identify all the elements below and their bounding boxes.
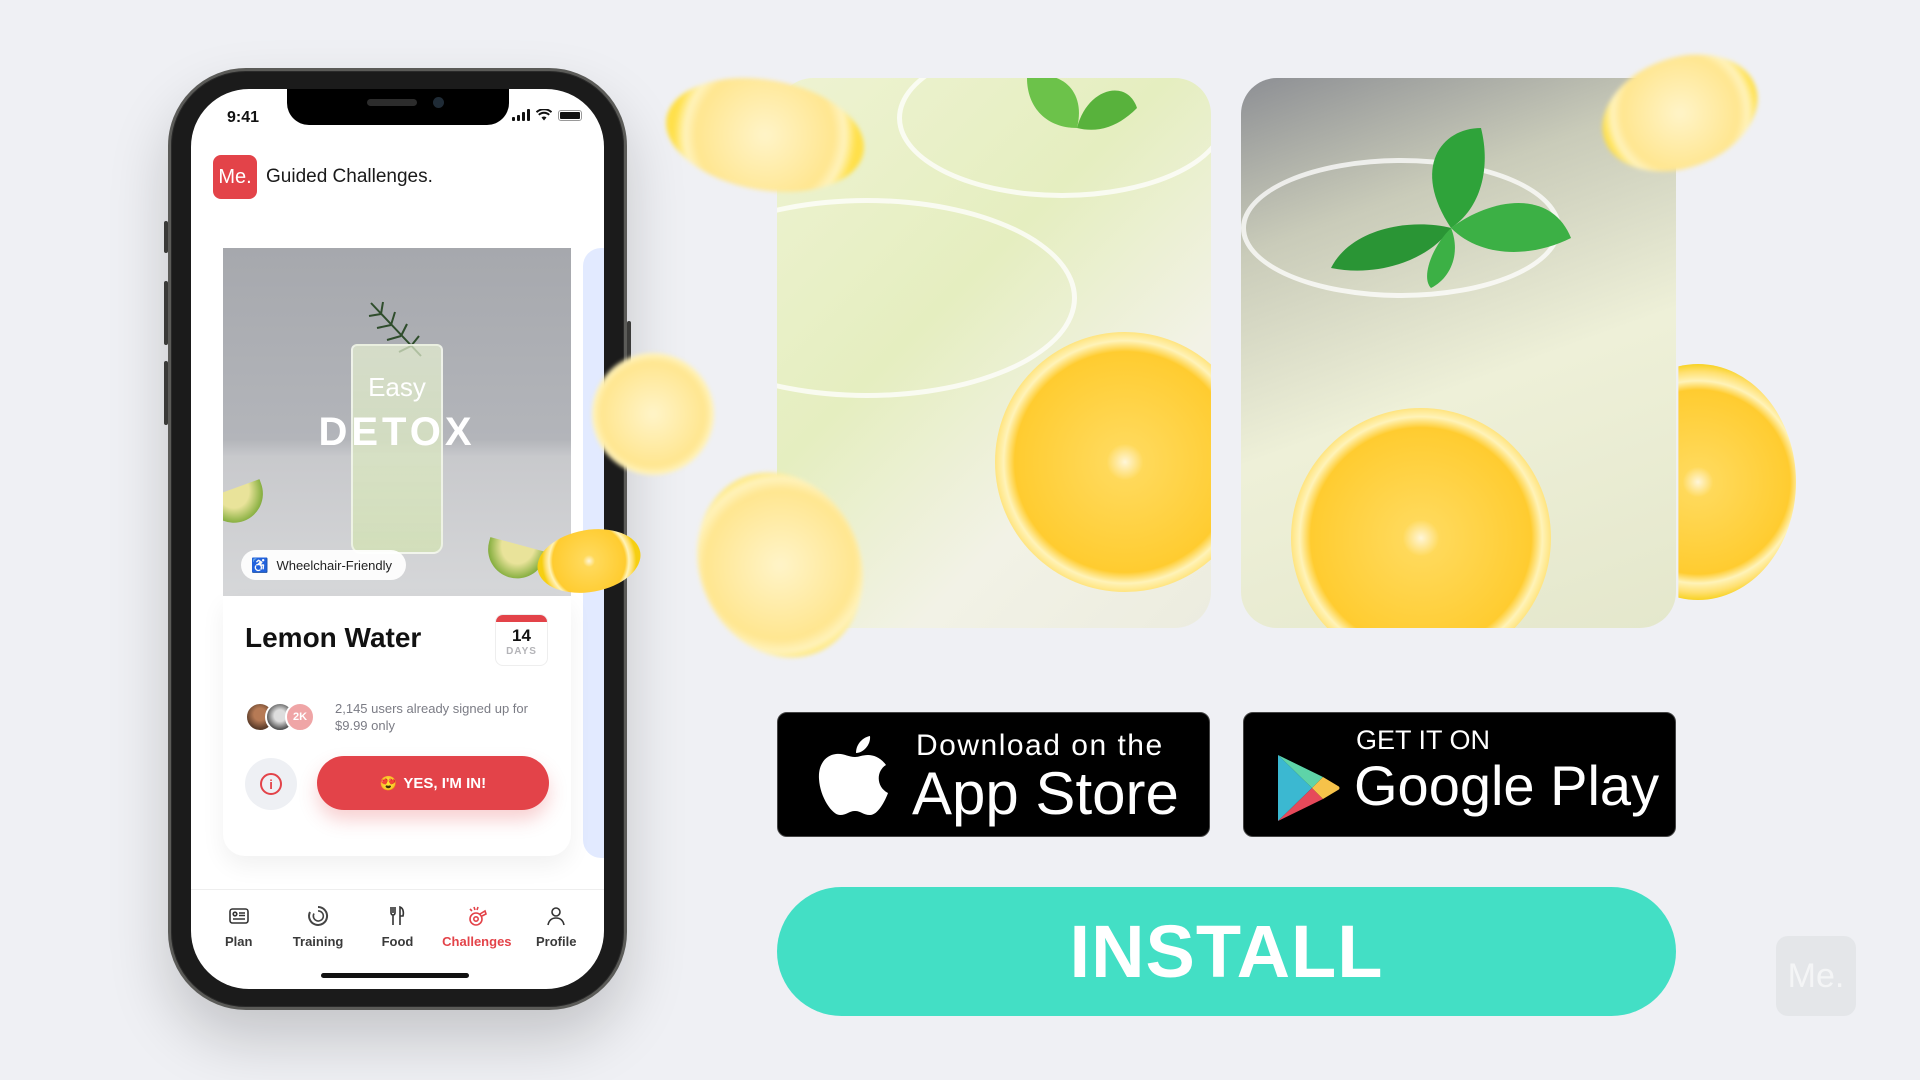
glass-rim	[777, 198, 1077, 398]
signal-icon	[512, 109, 530, 121]
tab-food[interactable]: Food	[359, 890, 435, 969]
volume-up-button	[164, 281, 168, 345]
google-play-small-label: GET IT ON	[1356, 725, 1491, 755]
tab-training[interactable]: Training	[280, 890, 356, 969]
duration-badge: 14 DAYS	[495, 614, 548, 666]
volume-down-button	[164, 361, 168, 425]
app-store-button[interactable]: Download on the App Store	[777, 712, 1210, 837]
participant-avatars: 2K	[245, 702, 315, 732]
tab-challenges[interactable]: Challenges	[439, 890, 515, 969]
lemon-slice	[1291, 408, 1551, 628]
lime-wedge	[481, 537, 547, 585]
info-button[interactable]: i	[245, 758, 297, 810]
install-button[interactable]: INSTALL	[777, 887, 1676, 1016]
tab-label: Profile	[536, 934, 577, 949]
app-header: Me. Guided Challenges.	[213, 155, 433, 199]
mint-leaves	[1331, 128, 1571, 288]
heart-eyes-emoji: 😍	[379, 774, 398, 791]
app-store-small-label: Download on the	[916, 729, 1164, 762]
wheelchair-icon: ♿	[251, 556, 269, 573]
wifi-icon	[536, 109, 552, 121]
google-play-big-label: Google Play	[1354, 754, 1660, 817]
avatar-count-badge: 2K	[285, 702, 315, 732]
home-indicator	[321, 973, 469, 978]
google-play-icon	[1278, 755, 1340, 821]
challenge-title: Lemon Water	[245, 622, 422, 653]
speaker	[367, 99, 417, 106]
status-time: 9:41	[227, 109, 260, 126]
parsley-leaves	[1027, 78, 1137, 130]
phone-screen: 9:41 Me. Guided Challenges. Easy DETOX ♿…	[191, 89, 604, 989]
status-icons	[512, 109, 582, 121]
brand-watermark: Me.	[1776, 936, 1856, 1016]
badge-label: Wheelchair-Friendly	[276, 557, 393, 573]
tab-profile[interactable]: Profile	[518, 890, 594, 969]
training-icon	[308, 905, 329, 926]
info-icon: i	[260, 773, 282, 795]
accessibility-badge: ♿ Wheelchair-Friendly	[241, 550, 407, 580]
lime-wedge	[223, 479, 272, 531]
hero-title: DETOX	[318, 410, 476, 454]
silent-switch	[164, 221, 168, 253]
apple-icon	[818, 736, 888, 815]
food-icon	[390, 905, 405, 925]
floating-lemon-slice	[592, 353, 714, 475]
lemon-half	[995, 332, 1211, 592]
app-title: Guided Challenges.	[266, 166, 433, 187]
plan-icon	[228, 908, 249, 924]
google-play-button[interactable]: GET IT ON Google Play	[1243, 712, 1676, 837]
challenge-card: Lemon Water 14 DAYS 2K 2,145 users alrea…	[223, 596, 571, 856]
calendar-bar	[496, 615, 547, 622]
challenge-hero-image[interactable]: Easy DETOX ♿ Wheelchair-Friendly	[223, 248, 571, 596]
duration-value: 14	[512, 626, 531, 645]
tab-label: Challenges	[442, 934, 512, 949]
duration-unit: DAYS	[506, 646, 537, 657]
battery-icon	[558, 109, 582, 121]
notch	[287, 89, 509, 125]
join-challenge-button[interactable]: 😍 YES, I'M IN!	[317, 756, 549, 810]
tab-label: Food	[381, 934, 414, 949]
tab-label: Plan	[224, 934, 253, 949]
join-challenge-label: YES, I'M IN!	[403, 774, 487, 792]
front-camera	[433, 97, 444, 108]
hero-subtitle: Easy	[368, 372, 426, 402]
profile-icon	[547, 907, 566, 926]
bottom-tab-bar: Plan Training Food Challenges Profile	[191, 889, 604, 969]
tab-label: Training	[292, 934, 344, 949]
tab-plan[interactable]: Plan	[201, 890, 277, 969]
signup-info-text: 2,145 users already signed up for $9.99 …	[335, 701, 528, 733]
app-logo[interactable]: Me.	[213, 155, 257, 199]
lemon-water-photo-2	[1241, 78, 1676, 628]
app-store-big-label: App Store	[912, 760, 1179, 827]
challenges-icon	[469, 906, 487, 926]
